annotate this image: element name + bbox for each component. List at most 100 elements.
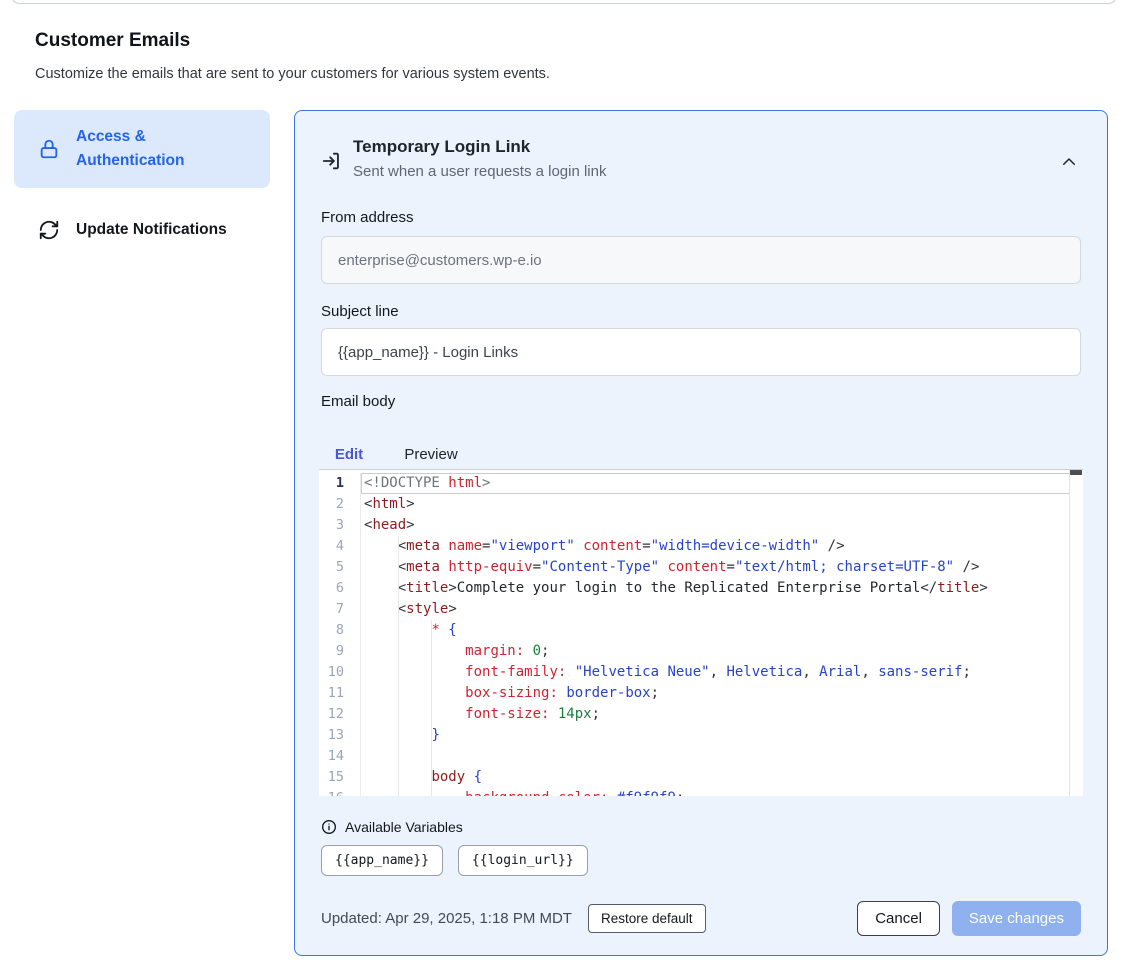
code-line-content: <meta http-equiv="Content-Type" content=…: [361, 557, 1083, 578]
code-line[interactable]: 15 body {: [319, 767, 1083, 788]
indent-guide: [398, 641, 399, 662]
code-line[interactable]: 16 background-color: #f9f9f9;: [319, 788, 1083, 796]
line-number: 15: [319, 767, 361, 788]
line-number: 2: [319, 494, 361, 515]
code-line-content: font-size: 14px;: [361, 704, 1083, 725]
indent-guide: [398, 578, 399, 599]
indent-guide: [398, 767, 399, 788]
code-line[interactable]: 5 <meta http-equiv="Content-Type" conten…: [319, 557, 1083, 578]
line-number: 6: [319, 578, 361, 599]
indent-guide: [431, 704, 432, 725]
code-line[interactable]: 3<head>: [319, 515, 1083, 536]
restore-default-button[interactable]: Restore default: [588, 904, 706, 933]
indent-guide: [431, 683, 432, 704]
indent-guide: [431, 746, 432, 767]
sidebar-item-update-notifications[interactable]: Update Notifications: [14, 206, 270, 254]
code-line-content: [361, 746, 1083, 767]
code-line-content: background-color: #f9f9f9;: [361, 788, 1083, 796]
indent-guide: [398, 620, 399, 641]
code-line-content: margin: 0;: [361, 641, 1083, 662]
line-number: 11: [319, 683, 361, 704]
line-number: 7: [319, 599, 361, 620]
code-line-content: <meta name="viewport" content="width=dev…: [361, 536, 1083, 557]
indent-guide: [431, 641, 432, 662]
tab-preview[interactable]: Preview: [379, 436, 483, 473]
line-number: 16: [319, 788, 361, 796]
indent-guide: [398, 788, 399, 796]
code-line-content: <html>: [361, 494, 1083, 515]
code-line[interactable]: 13 }: [319, 725, 1083, 746]
card-title: Temporary Login Link: [353, 137, 530, 157]
save-changes-button[interactable]: Save changes: [952, 901, 1081, 936]
temporary-login-link-card: Temporary Login Link Sent when a user re…: [294, 110, 1108, 956]
code-line[interactable]: 12 font-size: 14px;: [319, 704, 1083, 725]
card-subtitle: Sent when a user requests a login link: [353, 163, 606, 180]
tab-edit[interactable]: Edit: [319, 436, 379, 473]
email-types-sidebar: Access & Authentication Update Notificat…: [14, 110, 270, 254]
indent-guide: [398, 599, 399, 620]
code-line-content: <title>Complete your login to the Replic…: [361, 578, 1083, 599]
indent-guide: [398, 704, 399, 725]
from-address-label: From address: [321, 209, 414, 226]
page-subtitle: Customize the emails that are sent to yo…: [35, 66, 550, 82]
sidebar-item-access-authentication[interactable]: Access & Authentication: [14, 110, 270, 188]
indent-guide: [431, 788, 432, 796]
email-body-code-editor[interactable]: 1<!DOCTYPE html>2<html>3<head>4 <meta na…: [319, 469, 1083, 796]
code-line[interactable]: 14: [319, 746, 1083, 767]
cancel-button[interactable]: Cancel: [857, 901, 940, 936]
variable-chip[interactable]: {{app_name}}: [321, 845, 443, 876]
indent-guide: [398, 725, 399, 746]
available-variables-label: Available Variables: [345, 819, 463, 835]
subject-line-input[interactable]: [321, 328, 1081, 376]
refresh-icon: [38, 219, 60, 241]
indent-guide: [398, 746, 399, 767]
indent-guide: [431, 620, 432, 641]
indent-guide: [431, 662, 432, 683]
code-line[interactable]: 10 font-family: "Helvetica Neue", Helvet…: [319, 662, 1083, 683]
code-line-content: }: [361, 725, 1083, 746]
editor-scrollbar-thumb[interactable]: [1070, 470, 1082, 475]
line-number: 8: [319, 620, 361, 641]
code-line[interactable]: 8 * {: [319, 620, 1083, 641]
login-icon: [321, 150, 343, 172]
email-body-label: Email body: [321, 393, 395, 410]
code-line[interactable]: 11 box-sizing: border-box;: [319, 683, 1083, 704]
code-line-content: <!DOCTYPE html>: [361, 473, 1083, 494]
code-line-content: font-family: "Helvetica Neue", Helvetica…: [361, 662, 1083, 683]
from-address-input: [321, 236, 1081, 284]
code-line-content: box-sizing: border-box;: [361, 683, 1083, 704]
indent-guide: [398, 536, 399, 557]
line-number: 9: [319, 641, 361, 662]
indent-guide: [431, 767, 432, 788]
code-line[interactable]: 2<html>: [319, 494, 1083, 515]
code-line-content: * {: [361, 620, 1083, 641]
code-line[interactable]: 4 <meta name="viewport" content="width=d…: [319, 536, 1083, 557]
line-number: 10: [319, 662, 361, 683]
page-title: Customer Emails: [35, 30, 190, 52]
available-variables-row: Available Variables: [321, 819, 463, 835]
code-line[interactable]: 1<!DOCTYPE html>: [319, 473, 1083, 494]
subject-line-label: Subject line: [321, 303, 399, 320]
line-number: 14: [319, 746, 361, 767]
code-line-content: body {: [361, 767, 1083, 788]
lock-icon: [38, 138, 60, 160]
indent-guide: [398, 557, 399, 578]
line-number: 5: [319, 557, 361, 578]
code-line[interactable]: 7 <style>: [319, 599, 1083, 620]
indent-guide: [398, 683, 399, 704]
updated-timestamp: Updated: Apr 29, 2025, 1:18 PM MDT: [321, 910, 572, 927]
sidebar-item-label: Access & Authentication: [76, 125, 254, 173]
line-number: 1: [319, 473, 361, 494]
code-line[interactable]: 6 <title>Complete your login to the Repl…: [319, 578, 1083, 599]
code-line[interactable]: 9 margin: 0;: [319, 641, 1083, 662]
previous-section-card-edge: [10, 0, 1118, 4]
line-number: 3: [319, 515, 361, 536]
line-number: 12: [319, 704, 361, 725]
line-number: 13: [319, 725, 361, 746]
sidebar-item-label: Update Notifications: [76, 218, 227, 242]
chevron-up-icon[interactable]: [1057, 151, 1081, 175]
card-footer: Updated: Apr 29, 2025, 1:18 PM MDT Resto…: [321, 899, 1081, 937]
info-icon: [321, 819, 337, 835]
variable-chip[interactable]: {{login_url}}: [458, 845, 588, 876]
editor-scrollbar-track[interactable]: [1069, 470, 1083, 796]
